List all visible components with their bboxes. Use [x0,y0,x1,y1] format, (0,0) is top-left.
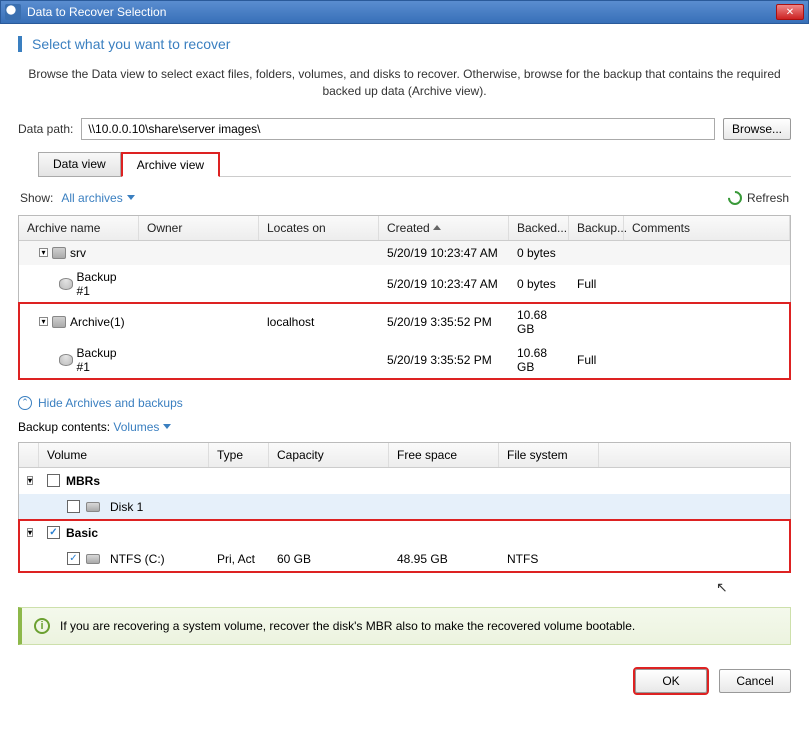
backup-icon [59,278,73,290]
volume-name: Disk 1 [110,500,143,514]
group-checkbox[interactable] [47,474,60,487]
datapath-label: Data path: [18,122,73,136]
archive-icon [52,247,66,259]
refresh-icon [725,188,745,208]
volume-row[interactable]: ✓NTFS (C:)Pri, Act60 GB48.95 GBNTFS [19,546,790,572]
tree-toggle-icon[interactable]: ▾ [39,317,48,326]
col-volume[interactable]: Volume [39,443,209,467]
col-type[interactable]: Type [209,443,269,467]
backup-contents-dropdown[interactable]: Volumes [113,420,171,434]
volume-grid-header: Volume Type Capacity Free space File sys… [19,443,790,468]
group-checkbox[interactable]: ✓ [47,526,60,539]
show-label: Show: [20,191,53,205]
info-text: If you are recovering a system volume, r… [60,619,635,633]
archive-name: srv [70,246,86,260]
hide-archives-link[interactable]: ⌃ Hide Archives and backups [18,396,183,410]
volume-checkbox[interactable] [67,500,80,513]
backup-icon [59,354,73,366]
group-name: MBRs [66,474,100,488]
tab-archive-view[interactable]: Archive view [121,152,220,177]
app-icon [5,4,21,20]
tree-toggle-icon[interactable]: ▾ [27,528,33,537]
col-comments[interactable]: Comments [624,216,790,240]
tab-data-view[interactable]: Data view [38,152,121,177]
col-archive-name[interactable]: Archive name [19,216,139,240]
col-locates[interactable]: Locates on [259,216,379,240]
archive-icon [52,316,66,328]
col-backed[interactable]: Backed... [509,216,569,240]
disk-icon [86,502,100,512]
disk-icon [86,554,100,564]
refresh-button[interactable]: Refresh [728,191,789,205]
archive-grid: Archive name Owner Locates on Created Ba… [18,215,791,380]
volume-grid: Volume Type Capacity Free space File sys… [18,442,791,573]
col-owner[interactable]: Owner [139,216,259,240]
show-filter-dropdown[interactable]: All archives [61,191,134,205]
ok-button[interactable]: OK [635,669,707,693]
col-backup-type[interactable]: Backup... [569,216,624,240]
col-checkbox [19,443,39,467]
col-file-system[interactable]: File system [499,443,599,467]
archive-row[interactable]: ▾srv5/20/19 10:23:47 AM0 bytes [19,241,790,265]
tree-toggle-icon[interactable]: ▾ [39,248,48,257]
backup-row[interactable]: Backup #15/20/19 10:23:47 AM0 bytesFull [19,265,790,303]
cancel-button[interactable]: Cancel [719,669,791,693]
titlebar: Data to Recover Selection ✕ [0,0,809,24]
info-icon: i [34,618,50,634]
backup-contents-label: Backup contents: [18,420,110,434]
tree-toggle-icon[interactable]: ▾ [27,476,33,485]
col-created[interactable]: Created [379,216,509,240]
close-button[interactable]: ✕ [776,4,804,20]
backup-row[interactable]: Backup #15/20/19 3:35:52 PM10.68 GBFull [19,341,790,379]
cursor-icon: ↖ [716,579,728,596]
datapath-input[interactable] [81,118,715,140]
volume-checkbox[interactable]: ✓ [67,552,80,565]
archive-grid-header: Archive name Owner Locates on Created Ba… [19,216,790,241]
volume-group-row[interactable]: ▾ ✓ Basic [19,520,790,546]
instruction-title: Select what you want to recover [18,36,791,52]
collapse-icon: ⌃ [18,396,32,410]
window-title: Data to Recover Selection [27,5,776,19]
backup-name: Backup #1 [77,270,131,298]
volume-name: NTFS (C:) [110,552,165,566]
col-free-space[interactable]: Free space [389,443,499,467]
col-capacity[interactable]: Capacity [269,443,389,467]
volume-group-row[interactable]: ▾ MBRs [19,468,790,494]
group-name: Basic [66,526,98,540]
archive-row[interactable]: ▾Archive(1)localhost5/20/19 3:35:52 PM10… [19,303,790,341]
browse-button[interactable]: Browse... [723,118,791,140]
description-text: Browse the Data view to select exact fil… [18,66,791,100]
sort-asc-icon [433,225,441,230]
backup-name: Backup #1 [77,346,131,374]
volume-row[interactable]: Disk 1 [19,494,790,520]
archive-name: Archive(1) [70,315,125,329]
info-bar: i If you are recovering a system volume,… [18,607,791,645]
